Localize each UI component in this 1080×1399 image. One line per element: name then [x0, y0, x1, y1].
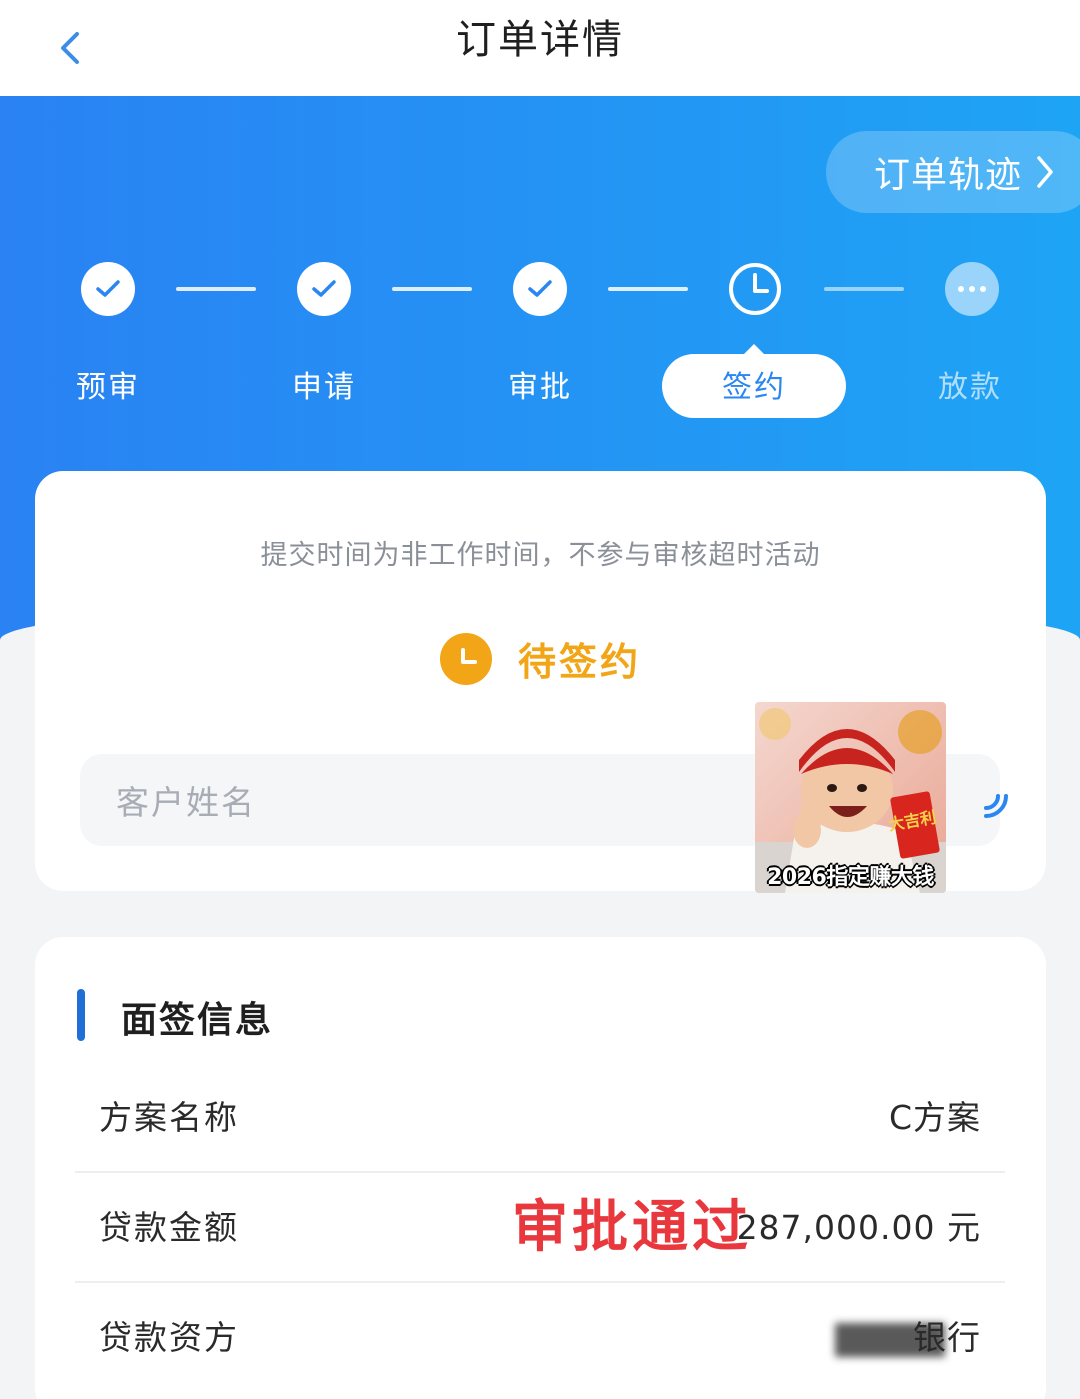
- sticker-caption: 2026指定赚大钱: [767, 865, 934, 890]
- chevron-right-icon: [1034, 154, 1056, 190]
- step-connector: [608, 287, 688, 291]
- info-row-plan: 方案名称 C方案: [75, 1063, 1005, 1173]
- sign-info-card: 面签信息 方案名称 C方案 贷款金额 审批通过 287,000.00 元 贷款资…: [35, 937, 1046, 1399]
- step-prereview-check-icon: [81, 262, 135, 316]
- info-label: 方案名称: [99, 1098, 239, 1137]
- section-accent-bar: [77, 989, 85, 1041]
- step-label: 申请: [292, 370, 356, 405]
- page-title: 订单详情: [456, 17, 624, 63]
- step-loan-more-icon: [945, 262, 999, 316]
- signal-icon[interactable]: [978, 778, 1018, 826]
- step-label: 预审: [76, 370, 140, 405]
- step-label: 审批: [508, 370, 572, 405]
- info-label: 贷款金额: [99, 1208, 239, 1247]
- sticker-image: 大吉利 2026指定赚大钱: [755, 702, 946, 893]
- info-value: 287,000.00 元: [736, 1208, 981, 1247]
- step-connector: [176, 287, 256, 291]
- info-row-funder: 贷款资方 银行: [75, 1283, 1005, 1393]
- status-row: 待签约: [35, 631, 1046, 686]
- step-label: 放款: [938, 370, 1002, 405]
- step-connector: [824, 287, 904, 291]
- clock-icon: [439, 632, 492, 685]
- step-approve-check-icon: [513, 262, 567, 316]
- info-value: 银行: [913, 1318, 981, 1357]
- nav-bar: 订单详情: [0, 0, 1080, 96]
- step-label-current: 签约: [722, 370, 786, 405]
- step-sign-clock-icon: [727, 261, 783, 317]
- notice-text: 提交时间为非工作时间，不参与审核超时活动: [260, 540, 821, 571]
- order-track-button[interactable]: 订单轨迹: [826, 131, 1080, 213]
- order-track-label: 订单轨迹: [874, 155, 1023, 196]
- approval-stamp: 审批通过: [512, 1195, 752, 1260]
- step-apply-check-icon: [297, 262, 351, 316]
- status-badge: 待签约: [517, 640, 641, 684]
- info-value: C方案: [888, 1098, 981, 1137]
- info-row-amount: 贷款金额 审批通过 287,000.00 元: [75, 1173, 1005, 1283]
- customer-name-placeholder: 客户姓名: [116, 783, 256, 822]
- info-label: 贷款资方: [99, 1318, 239, 1357]
- step-connector: [392, 287, 472, 291]
- section-title: 面签信息: [121, 1000, 274, 1041]
